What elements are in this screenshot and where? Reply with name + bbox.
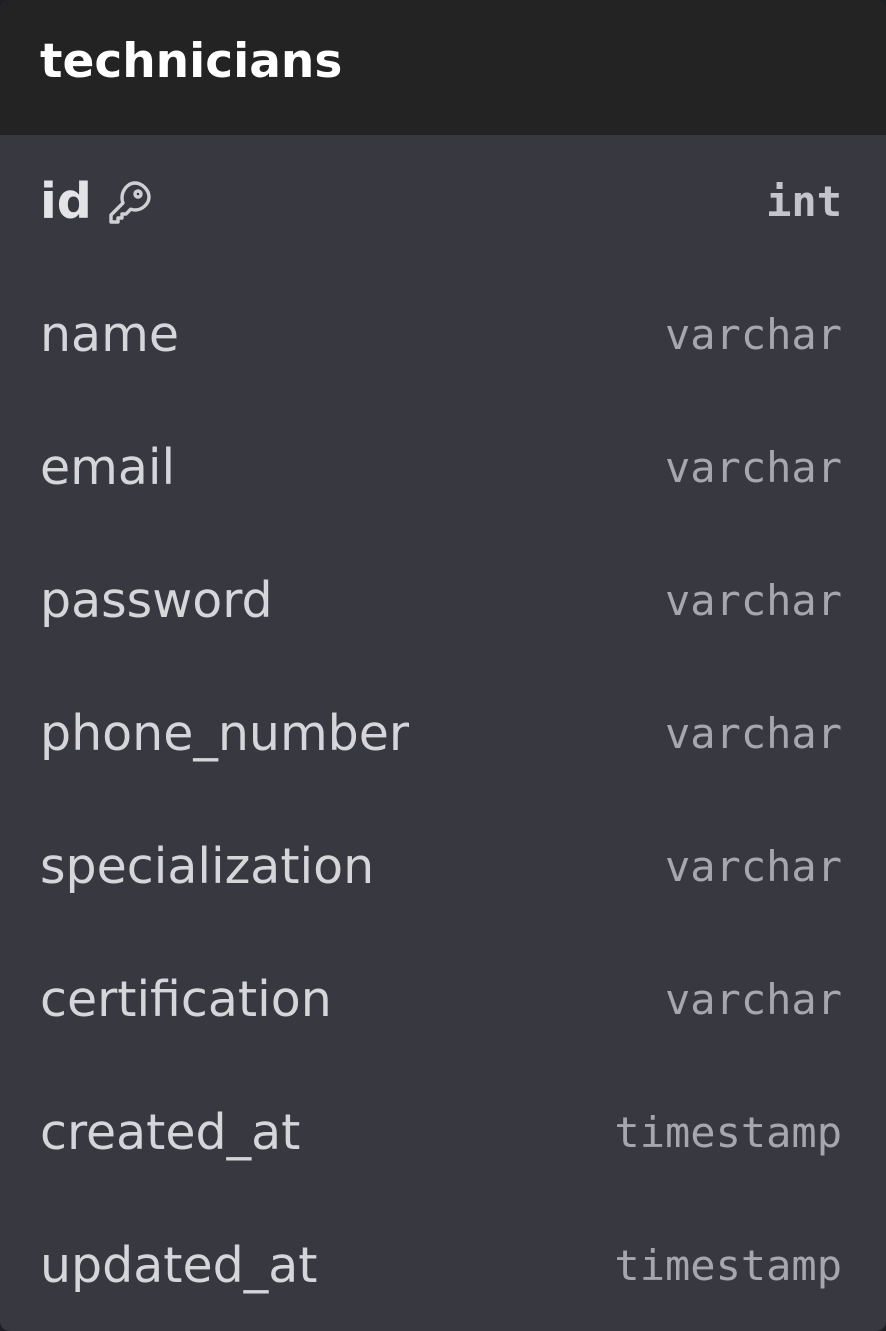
table-card: technicians id int name varchar email va… [0, 0, 886, 1331]
column-row-phone-number[interactable]: phone_number varchar [0, 667, 886, 800]
column-row-specialization[interactable]: specialization varchar [0, 800, 886, 933]
column-type: int [766, 177, 842, 226]
column-name: certification [40, 971, 332, 1028]
column-type: varchar [664, 709, 842, 758]
column-name: phone_number [40, 705, 410, 762]
column-type: timestamp [614, 1241, 842, 1290]
column-row-created-at[interactable]: created_at timestamp [0, 1066, 886, 1199]
table-title: technicians [40, 34, 343, 89]
column-name: specialization [40, 838, 375, 895]
column-type: varchar [664, 975, 842, 1024]
table-header[interactable]: technicians [0, 0, 886, 135]
column-type: varchar [664, 842, 842, 891]
column-type: timestamp [614, 1108, 842, 1157]
column-name: updated_at [40, 1237, 318, 1294]
column-row-updated-at[interactable]: updated_at timestamp [0, 1199, 886, 1331]
column-list: id int name varchar email varchar passwo… [0, 135, 886, 1331]
column-row-email[interactable]: email varchar [0, 401, 886, 534]
column-row-password[interactable]: password varchar [0, 534, 886, 667]
column-row-id[interactable]: id int [0, 135, 886, 268]
column-name-wrap: id [40, 173, 154, 230]
column-name: id [40, 173, 92, 230]
column-type: varchar [664, 443, 842, 492]
column-name: password [40, 572, 273, 629]
column-row-name[interactable]: name varchar [0, 268, 886, 401]
column-type: varchar [664, 310, 842, 359]
column-type: varchar [664, 576, 842, 625]
column-name: name [40, 306, 179, 363]
column-name: created_at [40, 1104, 301, 1161]
column-name: email [40, 439, 176, 496]
key-icon [106, 178, 154, 226]
column-row-certification[interactable]: certification varchar [0, 933, 886, 1066]
